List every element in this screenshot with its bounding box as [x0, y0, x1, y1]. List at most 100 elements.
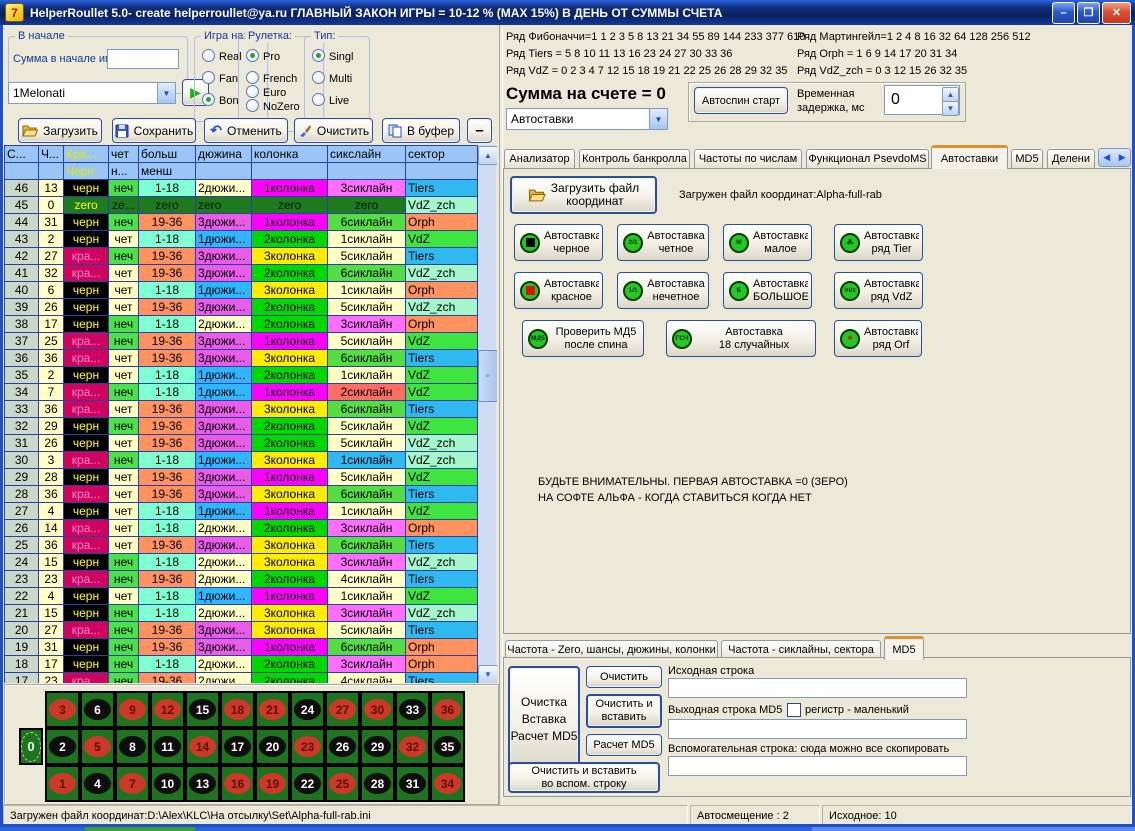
autostake-button-Автоставка-нечетное[interactable]: 1/1Автоставканечетное	[617, 272, 709, 309]
tab-Частоты по числам[interactable]: Частоты по числам	[694, 149, 802, 168]
table-row[interactable]: 3926чернчет19-363дюжи...2колонка5сиклайн…	[5, 299, 478, 316]
tab-scroll-left-icon[interactable]: ◀	[1103, 152, 1110, 163]
register-checkbox[interactable]	[787, 703, 801, 717]
roulette-number-19[interactable]: 19	[255, 765, 290, 802]
roulette-number-13[interactable]: 13	[185, 765, 220, 802]
radio-Bon[interactable]: Bon	[202, 93, 239, 107]
roulette-number-16[interactable]: 16	[220, 765, 255, 802]
roulette-number-22[interactable]: 22	[290, 765, 325, 802]
roulette-number-1[interactable]: 1	[45, 765, 80, 802]
tab-scroll-buttons[interactable]: ◀ ▶	[1098, 148, 1131, 167]
table-row[interactable]: 406чернчет1-181дюжи...3колонка1сиклайнOr…	[5, 282, 478, 299]
roulette-number-30[interactable]: 30	[360, 691, 395, 728]
table-row[interactable]: 4613черннеч1-182дюжи...1колонка3сиклайнT…	[5, 180, 478, 197]
table-row[interactable]: 4132кра...чет19-363дюжи...2колонка6сикла…	[5, 265, 478, 282]
md5-out-input[interactable]	[668, 719, 967, 739]
table-row[interactable]: 3817черннеч1-182дюжи...2колонка3сиклайнO…	[5, 316, 478, 333]
md5-aux-input[interactable]	[668, 756, 967, 776]
chevron-down-icon[interactable]: ▼	[157, 83, 175, 103]
radio-Pro[interactable]: Pro	[246, 49, 280, 63]
collapse-button[interactable]: –	[467, 118, 492, 143]
roulette-number-32[interactable]: 32	[395, 728, 430, 765]
md5-calc-button[interactable]: Расчет MD5	[586, 734, 662, 756]
roulette-number-6[interactable]: 6	[80, 691, 115, 728]
roulette-number-8[interactable]: 8	[115, 728, 150, 765]
table-scrollbar[interactable]: ▲ ≡ ▼	[478, 145, 496, 683]
maximize-button[interactable]: ❐	[1077, 2, 1100, 24]
table-row[interactable]: 3336кра...чет19-363дюжи...3колонка6сикла…	[5, 401, 478, 418]
roulette-number-20[interactable]: 20	[255, 728, 290, 765]
radio-Euro[interactable]: Euro	[246, 85, 286, 99]
roulette-number-25[interactable]: 25	[325, 765, 360, 802]
radio-Singl[interactable]: Singl	[312, 49, 353, 63]
roulette-number-34[interactable]: 34	[430, 765, 465, 802]
tab-Автоставки[interactable]: Автоставки	[931, 145, 1008, 169]
md5-source-input[interactable]	[668, 678, 967, 698]
roulette-number-7[interactable]: 7	[115, 765, 150, 802]
table-row[interactable]: 3126чернчет19-363дюжи...2колонка5сиклайн…	[5, 435, 478, 452]
autostake-button-Автоставка-красное[interactable]: Автоставкакрасное	[514, 272, 603, 309]
roulette-number-23[interactable]: 23	[290, 728, 325, 765]
table-row[interactable]: 3636кра...чет19-363дюжи...3колонка6сикла…	[5, 350, 478, 367]
roulette-number-10[interactable]: 10	[150, 765, 185, 802]
table-row[interactable]: 352чернчет1-181дюжи...2колонка1сиклайнVd…	[5, 367, 478, 384]
minimize-button[interactable]: –	[1052, 2, 1075, 24]
table-row[interactable]: 432чернчет1-181дюжи...2колонка1сиклайнVd…	[5, 231, 478, 248]
table-row[interactable]: 2115черннеч1-182дюжи...3колонка3сиклайнV…	[5, 605, 478, 622]
roulette-number-26[interactable]: 26	[325, 728, 360, 765]
roulette-number-14[interactable]: 14	[185, 728, 220, 765]
autostake-button-Автоставка-ряд VdZ[interactable]: VdzАвтоставкаряд VdZ	[834, 272, 923, 309]
scrollbar-thumb[interactable]: ≡	[478, 350, 497, 402]
table-row[interactable]: 2928чернчет19-363дюжи...1колонка5сиклайн…	[5, 469, 478, 486]
autostake-button-Автоставка-ряд Tier[interactable]: ⁂Автоставкаряд Tier	[834, 224, 923, 261]
autostake-button-Автоставка-БОЛЬШОЕ[interactable]: БАвтоставкаБОЛЬШОЕ	[723, 272, 812, 309]
table-row[interactable]: 3725кра...неч19-363дюжи...1колонка5сикла…	[5, 333, 478, 350]
roulette-zero[interactable]: 0	[19, 728, 43, 765]
table-row[interactable]: 450zeroze...zerozerozerozeroVdZ_zch	[5, 197, 478, 214]
load-button[interactable]: Загрузить	[18, 118, 102, 143]
roulette-number-15[interactable]: 15	[185, 691, 220, 728]
roulette-number-35[interactable]: 35	[430, 728, 465, 765]
table-row[interactable]: 2536кра...чет19-363дюжи...3колонка6сикла…	[5, 537, 478, 554]
close-button[interactable]: ✕	[1102, 2, 1131, 24]
radio-Fan[interactable]: Fan	[202, 71, 238, 85]
roulette-number-27[interactable]: 27	[325, 691, 360, 728]
preset-combobox[interactable]: 1Melonati ▼	[8, 82, 176, 104]
start-sum-input[interactable]	[107, 49, 179, 69]
tab-MD5[interactable]: MD5	[1011, 149, 1043, 168]
tab-Функционал PsevdoMS[interactable]: Функционал PsevdoMS	[806, 149, 929, 168]
roulette-number-5[interactable]: 5	[80, 728, 115, 765]
md5-clear-button[interactable]: Очистить	[586, 666, 662, 688]
table-row[interactable]: 3229черннеч19-363дюжи...2колонка5сиклайн…	[5, 418, 478, 435]
table-row[interactable]: 2415черннеч1-182дюжи...3колонка3сиклайнV…	[5, 554, 478, 571]
md5-clear-paste-calc-button[interactable]: ОчисткаВставкаРасчет MD5	[508, 666, 580, 772]
roulette-number-9[interactable]: 9	[115, 691, 150, 728]
md5-clear-and-paste-button[interactable]: Очистить ивставить	[586, 694, 662, 728]
roulette-number-18[interactable]: 18	[220, 691, 255, 728]
table-row[interactable]: 224чернчет1-181дюжи...1колонка1сиклайнVd…	[5, 588, 478, 605]
tab-MD5[interactable]: MD5	[884, 636, 924, 660]
roulette-number-24[interactable]: 24	[290, 691, 325, 728]
tab-Анализатор[interactable]: Анализатор	[504, 149, 575, 168]
roulette-number-21[interactable]: 21	[255, 691, 290, 728]
tab-Контроль банкролла[interactable]: Контроль банкролла	[579, 149, 690, 168]
to-buffer-button[interactable]: В буфер	[382, 118, 460, 143]
scroll-down-icon[interactable]: ▼	[478, 665, 497, 683]
radio-Multi[interactable]: Multi	[312, 71, 352, 85]
tab-scroll-right-icon[interactable]: ▶	[1119, 152, 1126, 163]
table-row[interactable]: 2614кра...чет1-182дюжи...2колонка3сиклай…	[5, 520, 478, 537]
roulette-number-17[interactable]: 17	[220, 728, 255, 765]
roulette-number-4[interactable]: 4	[80, 765, 115, 802]
tab-Делени[interactable]: Делени	[1047, 149, 1095, 168]
md5-clear-paste-aux-button[interactable]: Очистить и вставитьво вспом. строку	[508, 762, 660, 793]
table-row[interactable]: 2323кра...неч19-362дюжи...2колонка4сикла…	[5, 571, 478, 588]
roulette-number-33[interactable]: 33	[395, 691, 430, 728]
autostake-button-Автоставка-малое[interactable]: МАвтоставкамалое	[723, 224, 812, 261]
spin-up-icon[interactable]: ▲	[942, 87, 959, 102]
autospin-start-button[interactable]: Автоспин старт	[694, 87, 788, 114]
roulette-number-11[interactable]: 11	[150, 728, 185, 765]
chevron-down-icon[interactable]: ▼	[649, 109, 667, 129]
undo-button[interactable]: ↶ Отменить	[204, 118, 288, 143]
clear-button[interactable]: Очистить	[294, 118, 373, 143]
roulette-number-36[interactable]: 36	[430, 691, 465, 728]
